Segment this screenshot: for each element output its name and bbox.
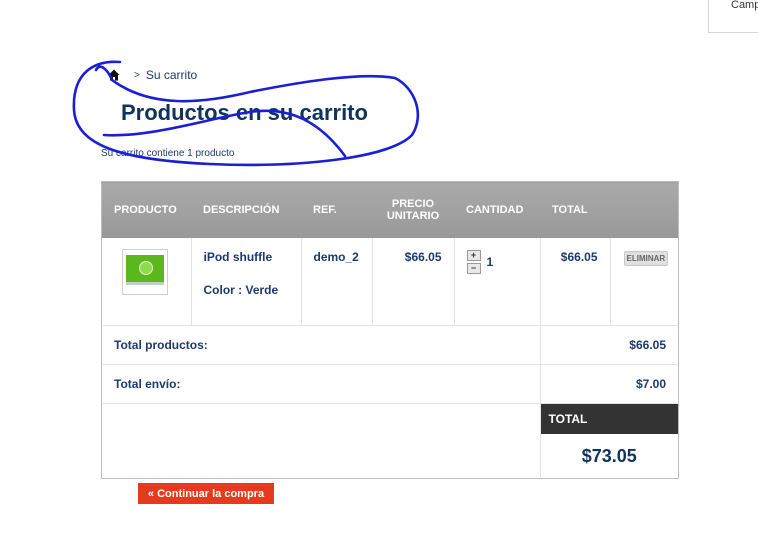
header-unit-price-line1: PRECIO: [391, 198, 435, 210]
total-shipping-value: $7.00: [539, 364, 679, 404]
grand-total-value: $73.05: [581, 446, 637, 466]
summary-products-row: Total productos: $66.05: [101, 325, 679, 365]
quantity-decrease-button[interactable]: −: [466, 263, 481, 274]
header-unit-price-line2: UNITARIO: [386, 210, 440, 222]
home-icon[interactable]: [108, 69, 120, 81]
quantity-cell: + − 1: [454, 238, 541, 326]
breadcrumb: > Su carrito: [108, 68, 197, 82]
header-ref: REF.: [301, 181, 372, 238]
table-row: iPod shuffle Color : Verde demo_2 $66.05…: [101, 238, 679, 326]
total-products-value: $66.05: [539, 325, 679, 365]
total-products-label: Total productos:: [101, 325, 540, 365]
ipod-shuffle-image: [126, 255, 164, 285]
summary-shipping-row: Total envío: $7.00: [101, 364, 679, 404]
grand-total-label: TOTAL: [540, 404, 678, 434]
continue-shopping-button[interactable]: « Continuar la compra: [138, 483, 274, 504]
header-quantity: CANTIDAD: [454, 181, 540, 238]
delete-cell: ELIMINAR: [610, 238, 679, 326]
account-box-fragment[interactable]: Camp: [708, 0, 758, 33]
header-total: TOTAL: [540, 181, 610, 238]
quantity-increase-button[interactable]: +: [466, 250, 481, 261]
table-header-row: PRODUCTO DESCRIPCIÓN REF. PRECIO UNITARI…: [101, 181, 679, 238]
product-unit-price: $66.05: [372, 238, 455, 326]
product-image[interactable]: [122, 249, 168, 295]
cart-count-text: Su carrito contiene 1 producto: [101, 148, 235, 159]
header-description: DESCRIPCIÓN: [191, 181, 301, 238]
quantity-value: 1: [486, 255, 494, 269]
account-box-label: Camp: [731, 0, 758, 11]
page-title: Productos en su carrito: [121, 100, 368, 125]
description-cell: iPod shuffle Color : Verde: [191, 238, 302, 326]
product-color: Color : Verde: [203, 283, 279, 297]
header-product: PRODUCTO: [101, 181, 191, 238]
total-shipping-label: Total envío:: [101, 364, 540, 404]
breadcrumb-separator: >: [134, 69, 140, 81]
product-ref: demo_2: [301, 238, 373, 326]
grand-total-spacer: [101, 403, 540, 479]
breadcrumb-current: Su carrito: [145, 68, 198, 82]
summary-grand-total-row: TOTAL $73.05: [101, 403, 679, 479]
product-image-cell: [101, 238, 192, 326]
product-total: $66.05: [540, 238, 611, 326]
delete-button[interactable]: ELIMINAR: [623, 251, 669, 266]
header-unit-price: PRECIO UNITARIO: [372, 181, 454, 238]
grand-total-cell: TOTAL $73.05: [539, 403, 679, 479]
product-name-link[interactable]: iPod shuffle: [204, 250, 301, 264]
header-actions: [610, 181, 679, 238]
cart-table: PRODUCTO DESCRIPCIÓN REF. PRECIO UNITARI…: [101, 181, 679, 479]
